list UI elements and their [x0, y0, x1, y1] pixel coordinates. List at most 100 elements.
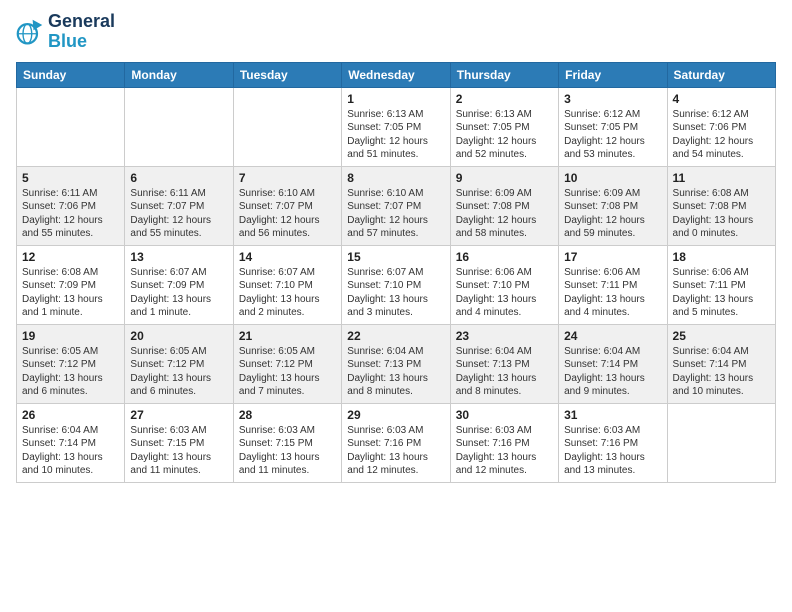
- day-info: Sunrise: 6:12 AM Sunset: 7:05 PM Dayligh…: [564, 108, 661, 162]
- day-number: 25: [673, 329, 770, 343]
- day-number: 20: [130, 329, 227, 343]
- day-number: 31: [564, 408, 661, 422]
- day-info: Sunrise: 6:07 AM Sunset: 7:09 PM Dayligh…: [130, 266, 227, 320]
- day-info: Sunrise: 6:03 AM Sunset: 7:16 PM Dayligh…: [456, 424, 553, 478]
- day-number: 4: [673, 92, 770, 106]
- day-number: 23: [456, 329, 553, 343]
- day-number: 18: [673, 250, 770, 264]
- weekday-header-wednesday: Wednesday: [342, 62, 450, 87]
- calendar-cell: 1 Sunrise: 6:13 AM Sunset: 7:05 PM Daylig…: [342, 87, 450, 166]
- day-info: Sunrise: 6:06 AM Sunset: 7:10 PM Dayligh…: [456, 266, 553, 320]
- logo: General Blue: [16, 12, 115, 52]
- calendar-cell: 28 Sunrise: 6:03 AM Sunset: 7:15 PM Dayli…: [233, 403, 341, 482]
- calendar-cell: 5 Sunrise: 6:11 AM Sunset: 7:06 PM Daylig…: [17, 166, 125, 245]
- day-number: 27: [130, 408, 227, 422]
- calendar-cell: [667, 403, 775, 482]
- day-number: 11: [673, 171, 770, 185]
- day-info: Sunrise: 6:04 AM Sunset: 7:13 PM Dayligh…: [456, 345, 553, 399]
- day-info: Sunrise: 6:05 AM Sunset: 7:12 PM Dayligh…: [22, 345, 119, 399]
- day-number: 30: [456, 408, 553, 422]
- day-info: Sunrise: 6:09 AM Sunset: 7:08 PM Dayligh…: [564, 187, 661, 241]
- day-number: 1: [347, 92, 444, 106]
- calendar-week-row: 19 Sunrise: 6:05 AM Sunset: 7:12 PM Dayli…: [17, 324, 776, 403]
- day-info: Sunrise: 6:04 AM Sunset: 7:13 PM Dayligh…: [347, 345, 444, 399]
- logo-text-blue: Blue: [48, 32, 115, 52]
- calendar-cell: 25 Sunrise: 6:04 AM Sunset: 7:14 PM Dayli…: [667, 324, 775, 403]
- calendar-cell: 20 Sunrise: 6:05 AM Sunset: 7:12 PM Dayli…: [125, 324, 233, 403]
- calendar-cell: 4 Sunrise: 6:12 AM Sunset: 7:06 PM Daylig…: [667, 87, 775, 166]
- header: General Blue: [16, 12, 776, 52]
- calendar-cell: 10Sunrise: 6:09 AM Sunset: 7:08 PM Dayli…: [559, 166, 667, 245]
- day-info: Sunrise: 6:05 AM Sunset: 7:12 PM Dayligh…: [130, 345, 227, 399]
- calendar-cell: 18 Sunrise: 6:06 AM Sunset: 7:11 PM Dayli…: [667, 245, 775, 324]
- day-info: Sunrise: 6:13 AM Sunset: 7:05 PM Dayligh…: [347, 108, 444, 162]
- day-info: Sunrise: 6:08 AM Sunset: 7:08 PM Dayligh…: [673, 187, 770, 241]
- day-info: Sunrise: 6:10 AM Sunset: 7:07 PM Dayligh…: [347, 187, 444, 241]
- day-info: Sunrise: 6:03 AM Sunset: 7:16 PM Dayligh…: [347, 424, 444, 478]
- day-info: Sunrise: 6:03 AM Sunset: 7:15 PM Dayligh…: [239, 424, 336, 478]
- day-info: Sunrise: 6:06 AM Sunset: 7:11 PM Dayligh…: [673, 266, 770, 320]
- day-info: Sunrise: 6:09 AM Sunset: 7:08 PM Dayligh…: [456, 187, 553, 241]
- page: General Blue SundayMondayTuesdayWednesda…: [0, 0, 792, 612]
- calendar-cell: [125, 87, 233, 166]
- logo-text-general: General: [48, 12, 115, 32]
- calendar-cell: 23 Sunrise: 6:04 AM Sunset: 7:13 PM Dayli…: [450, 324, 558, 403]
- calendar-cell: 13Sunrise: 6:07 AM Sunset: 7:09 PM Dayli…: [125, 245, 233, 324]
- calendar-cell: 8 Sunrise: 6:10 AM Sunset: 7:07 PM Daylig…: [342, 166, 450, 245]
- day-number: 14: [239, 250, 336, 264]
- calendar-cell: 29Sunrise: 6:03 AM Sunset: 7:16 PM Dayli…: [342, 403, 450, 482]
- day-number: 19: [22, 329, 119, 343]
- calendar-cell: 7 Sunrise: 6:10 AM Sunset: 7:07 PM Daylig…: [233, 166, 341, 245]
- calendar-cell: 21Sunrise: 6:05 AM Sunset: 7:12 PM Dayli…: [233, 324, 341, 403]
- weekday-header-tuesday: Tuesday: [233, 62, 341, 87]
- day-number: 6: [130, 171, 227, 185]
- day-info: Sunrise: 6:12 AM Sunset: 7:06 PM Dayligh…: [673, 108, 770, 162]
- day-info: Sunrise: 6:04 AM Sunset: 7:14 PM Dayligh…: [673, 345, 770, 399]
- day-info: Sunrise: 6:04 AM Sunset: 7:14 PM Dayligh…: [22, 424, 119, 478]
- calendar-cell: 11 Sunrise: 6:08 AM Sunset: 7:08 PM Dayli…: [667, 166, 775, 245]
- calendar-week-row: 26 Sunrise: 6:04 AM Sunset: 7:14 PM Dayli…: [17, 403, 776, 482]
- weekday-header-monday: Monday: [125, 62, 233, 87]
- calendar-table: SundayMondayTuesdayWednesdayThursdayFrid…: [16, 62, 776, 483]
- calendar-cell: 15 Sunrise: 6:07 AM Sunset: 7:10 PM Dayli…: [342, 245, 450, 324]
- day-number: 16: [456, 250, 553, 264]
- day-info: Sunrise: 6:04 AM Sunset: 7:14 PM Dayligh…: [564, 345, 661, 399]
- calendar-cell: 3 Sunrise: 6:12 AM Sunset: 7:05 PM Daylig…: [559, 87, 667, 166]
- day-number: 28: [239, 408, 336, 422]
- logo-icon: [16, 18, 44, 46]
- day-number: 12: [22, 250, 119, 264]
- day-info: Sunrise: 6:10 AM Sunset: 7:07 PM Dayligh…: [239, 187, 336, 241]
- calendar-cell: 19 Sunrise: 6:05 AM Sunset: 7:12 PM Dayli…: [17, 324, 125, 403]
- calendar-cell: 9Sunrise: 6:09 AM Sunset: 7:08 PM Daylig…: [450, 166, 558, 245]
- calendar-week-row: 5 Sunrise: 6:11 AM Sunset: 7:06 PM Daylig…: [17, 166, 776, 245]
- calendar-cell: [17, 87, 125, 166]
- logo-text-block: General Blue: [48, 12, 115, 52]
- day-info: Sunrise: 6:08 AM Sunset: 7:09 PM Dayligh…: [22, 266, 119, 320]
- day-number: 5: [22, 171, 119, 185]
- calendar-cell: 27 Sunrise: 6:03 AM Sunset: 7:15 PM Dayli…: [125, 403, 233, 482]
- day-number: 22: [347, 329, 444, 343]
- calendar-cell: [233, 87, 341, 166]
- day-number: 7: [239, 171, 336, 185]
- day-info: Sunrise: 6:07 AM Sunset: 7:10 PM Dayligh…: [347, 266, 444, 320]
- calendar-cell: 12 Sunrise: 6:08 AM Sunset: 7:09 PM Dayli…: [17, 245, 125, 324]
- day-info: Sunrise: 6:03 AM Sunset: 7:15 PM Dayligh…: [130, 424, 227, 478]
- day-number: 3: [564, 92, 661, 106]
- day-info: Sunrise: 6:06 AM Sunset: 7:11 PM Dayligh…: [564, 266, 661, 320]
- weekday-header-saturday: Saturday: [667, 62, 775, 87]
- calendar-cell: 6 Sunrise: 6:11 AM Sunset: 7:07 PM Daylig…: [125, 166, 233, 245]
- day-number: 15: [347, 250, 444, 264]
- weekday-header-thursday: Thursday: [450, 62, 558, 87]
- day-info: Sunrise: 6:11 AM Sunset: 7:06 PM Dayligh…: [22, 187, 119, 241]
- day-info: Sunrise: 6:03 AM Sunset: 7:16 PM Dayligh…: [564, 424, 661, 478]
- calendar-cell: 14Sunrise: 6:07 AM Sunset: 7:10 PM Dayli…: [233, 245, 341, 324]
- day-number: 26: [22, 408, 119, 422]
- calendar-cell: 30 Sunrise: 6:03 AM Sunset: 7:16 PM Dayli…: [450, 403, 558, 482]
- calendar-cell: 31 Sunrise: 6:03 AM Sunset: 7:16 PM Dayli…: [559, 403, 667, 482]
- calendar-week-row: 12 Sunrise: 6:08 AM Sunset: 7:09 PM Dayli…: [17, 245, 776, 324]
- day-info: Sunrise: 6:05 AM Sunset: 7:12 PM Dayligh…: [239, 345, 336, 399]
- day-number: 8: [347, 171, 444, 185]
- day-info: Sunrise: 6:11 AM Sunset: 7:07 PM Dayligh…: [130, 187, 227, 241]
- calendar-cell: 17Sunrise: 6:06 AM Sunset: 7:11 PM Dayli…: [559, 245, 667, 324]
- calendar-cell: 26 Sunrise: 6:04 AM Sunset: 7:14 PM Dayli…: [17, 403, 125, 482]
